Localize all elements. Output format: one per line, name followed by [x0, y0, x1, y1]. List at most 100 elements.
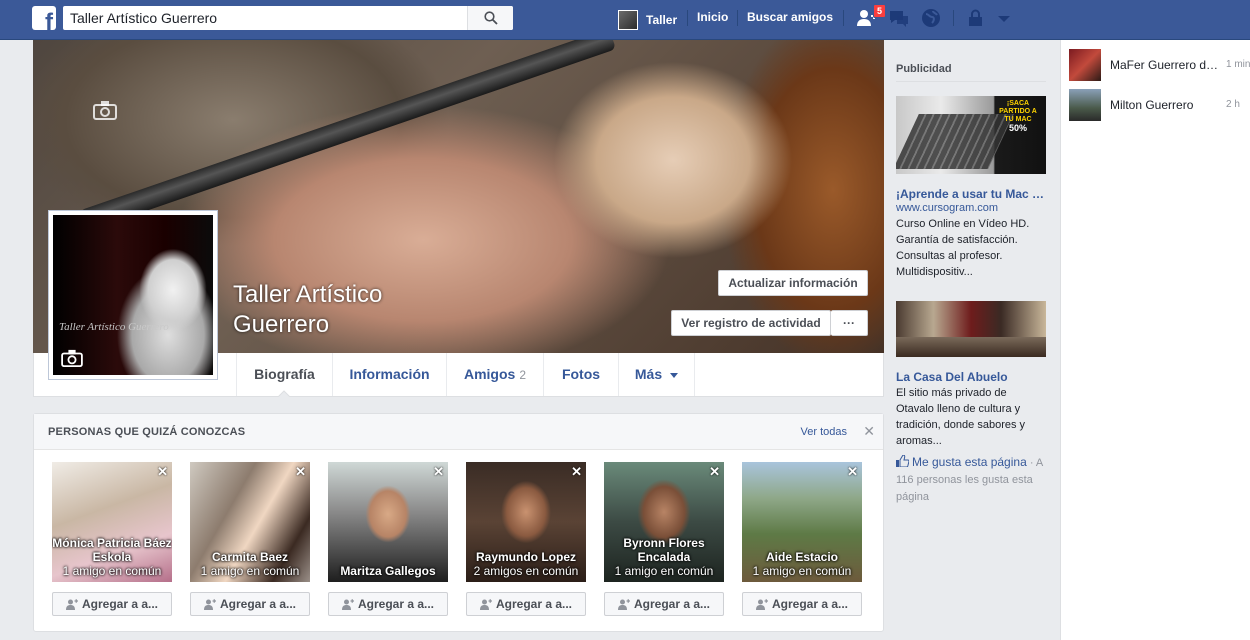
add-friend-button[interactable]: Agregar a a...: [742, 592, 862, 616]
close-icon[interactable]: ✕: [295, 464, 306, 480]
chat-last-active: 1 min: [1226, 59, 1250, 70]
activity-log-button[interactable]: Ver registro de actividad: [671, 310, 831, 336]
add-friend-icon: [617, 599, 630, 610]
avatar: [1069, 49, 1101, 81]
people-you-may-know: PERSONAS QUE QUIZÁ CONOZCAS Ver todas ✕ …: [33, 413, 884, 632]
facebook-logo-icon[interactable]: f: [32, 6, 56, 30]
see-all-link[interactable]: Ver todas: [801, 426, 847, 438]
add-friend-label: Agregar a a...: [81, 597, 159, 611]
notifications-globe-icon[interactable]: [920, 8, 942, 28]
pymk-mutual: 1 amigo en común: [752, 564, 852, 578]
chat-last-active: 2 h: [1226, 99, 1240, 110]
pymk-mutual: 1 amigo en común: [614, 564, 714, 578]
camera-icon[interactable]: [61, 349, 83, 367]
nav-divider: [687, 10, 688, 26]
tab-label: Información: [349, 366, 430, 382]
pymk-caption: Byronn Flores Encalada 1 amigo en común: [604, 536, 724, 578]
pymk-caption: Carmita Baez 1 amigo en común: [190, 550, 310, 578]
pymk-caption: Maritza Gallegos: [328, 564, 448, 578]
ad-image-floor: [896, 337, 1046, 357]
chat-contact-name: MaFer Guerrero de...: [1110, 58, 1220, 72]
update-info-button[interactable]: Actualizar información: [718, 270, 868, 296]
pymk-card[interactable]: ✕ Aide Estacio 1 amigo en común: [742, 462, 862, 582]
search-input[interactable]: [63, 6, 468, 30]
pymk-name: Byronn Flores Encalada: [623, 536, 705, 564]
privacy-lock-icon[interactable]: [966, 8, 988, 28]
add-friend-icon: [755, 599, 768, 610]
messages-icon[interactable]: [888, 8, 910, 28]
pymk-caption: Mónica Patricia Báez Eskola 1 amigo en co…: [52, 536, 172, 578]
nav-find-friends-link[interactable]: Buscar amigos: [747, 0, 833, 40]
ad-body: El sitio más privado de Otavalo lleno de…: [896, 387, 1026, 447]
add-friend-button[interactable]: Agregar a a...: [190, 592, 310, 616]
close-icon[interactable]: ✕: [709, 464, 720, 480]
tab-fotos[interactable]: Fotos: [543, 353, 618, 396]
like-page-link[interactable]: Me gusta esta página: [912, 455, 1027, 469]
chat-sidebar: MaFer Guerrero de... 1 min Milton Guerre…: [1060, 40, 1250, 640]
friend-requests-badge: 5: [873, 4, 887, 18]
search-icon: [484, 11, 498, 25]
search-button[interactable]: [467, 6, 513, 30]
add-friend-icon: [479, 599, 492, 610]
pymk-mutual: 1 amigo en común: [62, 564, 162, 578]
tab-label: Biografía: [254, 366, 315, 382]
pymk-caption: Aide Estacio 1 amigo en común: [742, 550, 862, 578]
pymk-card[interactable]: ✕ Byronn Flores Encalada 1 amigo en común: [604, 462, 724, 582]
more-options-button[interactable]: ···: [831, 310, 868, 336]
add-friend-icon: [203, 599, 216, 610]
add-friend-button[interactable]: Agregar a a...: [328, 592, 448, 616]
close-icon[interactable]: ✕: [157, 464, 168, 480]
pymk-name: Mónica Patricia Báez Eskola: [52, 536, 172, 564]
pymk-card[interactable]: ✕ Maritza Gallegos: [328, 462, 448, 582]
profile-picture-image: Taller Artístico Guerrero: [53, 215, 213, 375]
ad-like-row: Me gusta esta página · A 116 personas le…: [896, 454, 1046, 506]
close-icon[interactable]: ✕: [847, 464, 858, 480]
add-friend-icon: [65, 599, 78, 610]
pymk-card[interactable]: ✕ Carmita Baez 1 amigo en común: [190, 462, 310, 582]
chevron-down-icon[interactable]: [994, 8, 1016, 28]
close-icon[interactable]: ✕: [863, 423, 875, 440]
tab-amigos[interactable]: Amigos 2: [446, 353, 543, 396]
close-icon[interactable]: ✕: [433, 464, 444, 480]
add-friend-label: Agregar a a...: [495, 597, 573, 611]
profile-picture[interactable]: Taller Artístico Guerrero: [48, 210, 218, 380]
pymk-card[interactable]: ✕ Mónica Patricia Báez Eskola 1 amigo en …: [52, 462, 172, 582]
tab-informacion[interactable]: Información: [332, 353, 446, 396]
add-friend-button[interactable]: Agregar a a...: [604, 592, 724, 616]
top-bar: f Taller Inicio Buscar amigos 5: [0, 0, 1250, 40]
close-icon[interactable]: ✕: [571, 464, 582, 480]
nav-home-link[interactable]: Inicio: [697, 0, 728, 40]
ad-body: Curso Online en Vídeo HD. Garantía de sa…: [896, 218, 1030, 278]
tab-label: Amigos: [463, 366, 516, 382]
camera-icon[interactable]: [93, 100, 117, 120]
ad-image-text: ¡SACA PARTIDO A TU MAC 50%: [994, 100, 1042, 133]
nav-user-name: Taller: [646, 13, 678, 27]
add-friend-button[interactable]: Agregar a a...: [466, 592, 586, 616]
ad-image[interactable]: [896, 301, 1046, 357]
pymk-name: Raymundo Lopez: [475, 550, 576, 564]
pymk-card[interactable]: ✕ Raymundo Lopez 2 amigos en común: [466, 462, 586, 582]
add-friend-label: Agregar a a...: [633, 597, 711, 611]
nav-divider: [737, 10, 738, 26]
page-title[interactable]: Taller Artístico Guerrero: [233, 280, 473, 340]
nav-profile-link[interactable]: Taller: [618, 0, 677, 40]
page-title-line: Guerrero: [233, 311, 330, 338]
chat-contact[interactable]: Milton Guerrero 2 h: [1069, 89, 1250, 121]
add-friend-label: Agregar a a...: [357, 597, 435, 611]
tab-label: Más: [634, 366, 663, 382]
active-tab-arrow: [278, 390, 290, 397]
add-friend-label: Agregar a a...: [771, 597, 849, 611]
pymk-header: PERSONAS QUE QUIZÁ CONOZCAS Ver todas ✕: [34, 414, 883, 450]
pymk-title: PERSONAS QUE QUIZÁ CONOZCAS: [48, 426, 246, 438]
ad-headline[interactable]: La Casa Del Abuelo: [896, 370, 1046, 384]
ad-url[interactable]: www.cursogram.com: [896, 202, 998, 214]
chat-contact[interactable]: MaFer Guerrero de... 1 min: [1069, 49, 1250, 81]
ad-image[interactable]: ¡SACA PARTIDO A TU MAC 50%: [896, 96, 1046, 174]
ad-image-percent: 50%: [1008, 123, 1027, 133]
ad-headline[interactable]: ¡Aprende a usar tu Mac de...: [896, 187, 1046, 201]
thumbs-up-icon[interactable]: [896, 454, 910, 468]
tab-label: Fotos: [561, 366, 601, 382]
tab-mas[interactable]: Más: [618, 353, 695, 396]
add-friend-button[interactable]: Agregar a a...: [52, 592, 172, 616]
profile-picture-watermark: Taller Artístico Guerrero: [59, 321, 169, 333]
